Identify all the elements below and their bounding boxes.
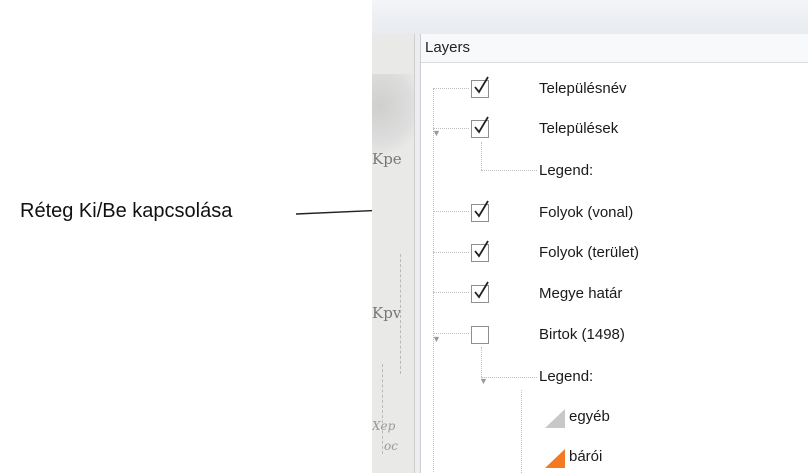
layer-label: Megye határ [539,285,623,302]
map-label: Kpv [372,304,402,322]
collapse-icon[interactable]: ▼ [432,128,441,138]
legend-label: Legend: [539,162,594,179]
layer-checkbox[interactable] [471,116,489,138]
legend-item-baroi: bárói [421,438,808,473]
legend-item-egyeb: egyéb [421,398,808,438]
legend-label: Legend: [539,368,594,385]
layer-label: Folyok (vonal) [539,204,634,221]
collapse-icon[interactable]: ▼ [479,376,488,386]
layer-item-telepulesek[interactable]: ▼ Települések [421,110,808,150]
annotation-label: Réteg Ki/Be kapcsolása [20,200,233,222]
collapse-icon[interactable]: ▼ [432,334,441,344]
map-label: Kpe [372,150,402,168]
layer-label: Birtok (1498) [539,326,625,343]
legend-header[interactable]: ▼ Legend: [421,358,808,398]
layer-checkbox[interactable] [471,326,489,344]
layer-label: Településnév [539,80,627,97]
layer-label: Települések [539,120,619,137]
layer-item-birtok[interactable]: ▼ Birtok (1498) [421,316,808,356]
layer-item-folyok-terulet[interactable]: Folyok (terület) [421,234,808,274]
map-label: oc [384,439,398,453]
layer-item-telepulesnev[interactable]: Településnév [421,70,808,110]
layers-panel: Layers Településnév ▼ Települések Legend… [420,34,808,473]
orange-triangle-icon [545,449,565,468]
legend-header: Legend: [421,152,808,192]
layer-checkbox[interactable] [471,200,489,222]
grey-triangle-icon [545,409,565,428]
map-label: Xep [372,419,396,433]
app-screenshot: Kpe Kpv Xep oc Layers Településnév ▼ Tel… [372,0,808,473]
legend-item-label: bárói [569,448,603,465]
layers-panel-title: Layers [421,34,808,63]
layer-item-megye-hatar[interactable]: Megye határ [421,275,808,315]
map-view[interactable]: Kpe Kpv Xep oc [372,34,415,473]
layer-label: Folyok (terület) [539,244,640,261]
layer-item-folyok-vonal[interactable]: Folyok (vonal) [421,194,808,234]
legend-item-label: egyéb [569,408,610,425]
layer-checkbox[interactable] [471,281,489,303]
layer-checkbox[interactable] [471,76,489,98]
toolbar-strip [372,0,808,34]
layer-checkbox[interactable] [471,240,489,262]
